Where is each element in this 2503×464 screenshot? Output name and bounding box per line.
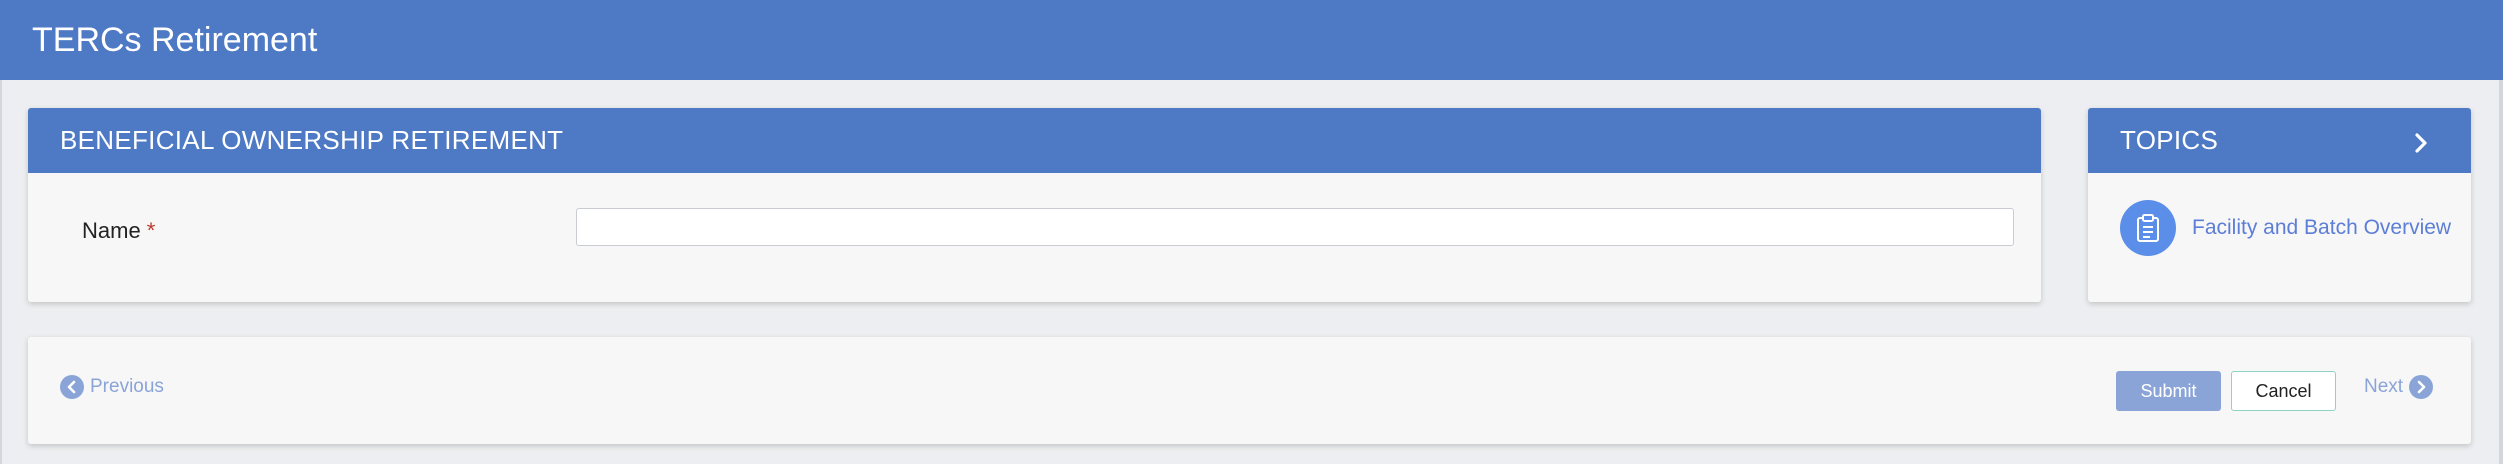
- name-field-label: Name *: [82, 218, 155, 244]
- topics-panel-title: TOPICS: [2120, 125, 2219, 155]
- chevron-right-circle-icon: [2409, 375, 2434, 399]
- name-input[interactable]: [576, 208, 2014, 246]
- submit-button[interactable]: Submit: [2116, 371, 2221, 411]
- name-field-row: Name *: [28, 198, 2041, 258]
- next-link[interactable]: Next: [2364, 375, 2434, 399]
- topic-item-facility-batch-overview[interactable]: Facility and Batch Overview: [2120, 200, 2451, 256]
- topics-panel: TOPICS Facility and Batch Overview: [2088, 108, 2471, 302]
- form-panel-title: BENEFICIAL OWNERSHIP RETIREMENT: [60, 125, 564, 155]
- topics-panel-header: TOPICS: [2088, 108, 2471, 173]
- next-label: Next: [2364, 376, 2404, 397]
- app-header: TERCs Retirement: [0, 0, 2503, 80]
- form-panel: BENEFICIAL OWNERSHIP RETIREMENT Name *: [28, 108, 2041, 302]
- previous-link[interactable]: Previous: [60, 375, 164, 399]
- app-title: TERCs Retirement: [32, 20, 318, 59]
- cancel-button[interactable]: Cancel: [2231, 371, 2336, 411]
- clipboard-icon: [2120, 200, 2176, 256]
- chevron-left-circle-icon: [60, 375, 84, 399]
- form-panel-header: BENEFICIAL OWNERSHIP RETIREMENT: [28, 108, 2041, 173]
- name-label-text: Name: [82, 218, 141, 243]
- previous-label: Previous: [90, 376, 164, 397]
- required-indicator: *: [146, 218, 156, 243]
- wizard-navigation-bar: Previous Submit Cancel Next: [28, 337, 2471, 444]
- chevron-right-icon[interactable]: [2411, 130, 2431, 153]
- topic-item-label: Facility and Batch Overview: [2192, 216, 2452, 239]
